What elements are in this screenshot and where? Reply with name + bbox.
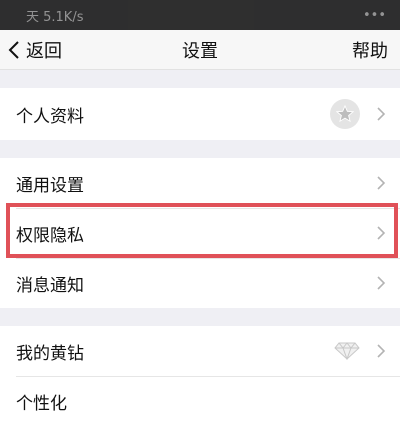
help-button[interactable]: 帮助 [352,37,388,63]
chevron-left-icon [8,39,26,61]
settings-item-yellow-diamond[interactable]: 我的黄钻 [0,326,400,376]
settings-item-profile[interactable]: 个人资料 [0,88,400,140]
profile-group: 个人资料 [0,88,400,140]
settings-item-label: 通用设置 [16,175,84,196]
settings-item-label: 个性化 [16,393,67,414]
settings-item-general[interactable]: 通用设置 [0,158,400,208]
status-right: ••• [363,8,386,23]
settings-item-personalize[interactable]: 个性化 [0,376,400,424]
chevron-right-icon [376,106,386,122]
settings-item-label: 消息通知 [16,275,84,296]
chevron-right-icon [376,343,386,359]
status-right-text: ••• [362,7,386,23]
row-right [334,342,386,360]
avatar-star-icon [330,99,360,129]
status-left-text: 天 5.1K/s [26,9,84,25]
settings-item-privacy[interactable]: 权限隐私 [0,208,400,258]
general-group: 通用设置 权限隐私 消息通知 [0,158,400,308]
diamond-icon [334,342,360,360]
chevron-right-icon [376,275,386,291]
settings-item-label: 我的黄钻 [16,343,84,364]
row-right [330,99,386,129]
settings-item-notifications[interactable]: 消息通知 [0,258,400,308]
back-button[interactable]: 返回 [8,37,62,63]
chevron-right-icon [376,225,386,241]
back-label: 返回 [26,40,62,62]
status-left: 天 5.1K/s [26,6,84,25]
settings-item-label: 个人资料 [16,106,84,127]
settings-item-label: 权限隐私 [16,225,84,246]
chevron-right-icon [376,175,386,191]
vip-group: 我的黄钻 个性化 [0,326,400,424]
navigation-bar: 返回 设置 帮助 [0,30,400,70]
status-bar: 天 5.1K/s ••• [0,0,400,30]
